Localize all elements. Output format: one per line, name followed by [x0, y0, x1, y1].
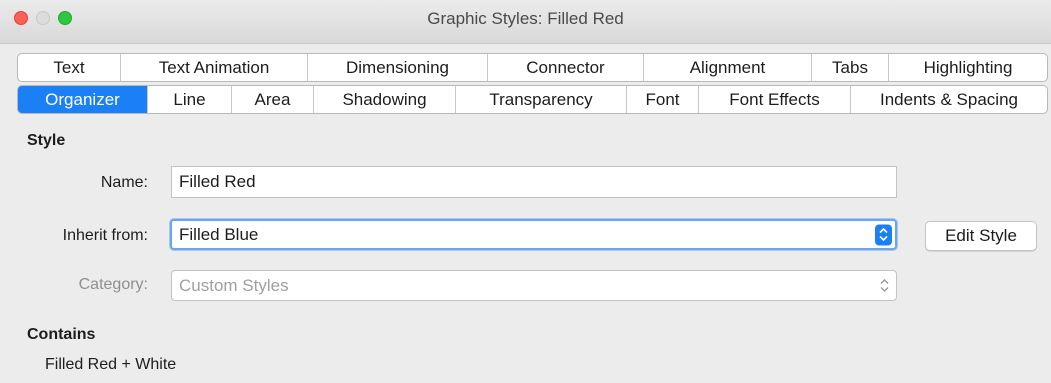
tab-line[interactable]: Line: [148, 86, 232, 113]
tab-shadowing[interactable]: Shadowing: [314, 86, 456, 113]
edit-style-button[interactable]: Edit Style: [925, 221, 1037, 251]
inherit-from-select[interactable]: Filled Blue: [170, 219, 897, 250]
tab-tabs[interactable]: Tabs: [812, 54, 889, 81]
title-bar: Graphic Styles: Filled Red: [0, 0, 1051, 44]
inherit-from-label: Inherit from:: [62, 227, 148, 244]
name-label: Name:: [100, 174, 148, 191]
tab-font-effects[interactable]: Font Effects: [699, 86, 851, 113]
tab-font[interactable]: Font: [627, 86, 699, 113]
contains-value: Filled Red + White: [45, 356, 177, 373]
category-value: Custom Styles: [179, 275, 289, 295]
tab-text-animation[interactable]: Text Animation: [121, 54, 308, 81]
contains-section-heading: Contains: [27, 326, 96, 343]
window-title: Graphic Styles: Filled Red: [427, 9, 624, 28]
tab-transparency[interactable]: Transparency: [456, 86, 627, 113]
tab-row-2: Organizer Line Area Shadowing Transparen…: [17, 85, 1048, 114]
tab-connector[interactable]: Connector: [488, 54, 644, 81]
category-label: Category:: [78, 276, 148, 293]
tab-organizer[interactable]: Organizer: [18, 86, 148, 113]
select-arrows-icon: [876, 275, 893, 296]
select-arrows-icon[interactable]: [875, 224, 892, 245]
tab-indents-spacing[interactable]: Indents & Spacing: [851, 86, 1047, 113]
tab-text[interactable]: Text: [18, 54, 121, 81]
inherit-from-value: Filled Blue: [179, 224, 259, 244]
style-section-heading: Style: [27, 132, 66, 149]
tab-area[interactable]: Area: [232, 86, 314, 113]
category-select: Custom Styles: [171, 270, 897, 301]
tab-alignment[interactable]: Alignment: [644, 54, 812, 81]
tab-highlighting[interactable]: Highlighting: [889, 54, 1047, 81]
tab-row-1: Text Text Animation Dimensioning Connect…: [17, 53, 1048, 82]
name-field[interactable]: Filled Red: [171, 166, 897, 198]
tab-dimensioning[interactable]: Dimensioning: [308, 54, 488, 81]
